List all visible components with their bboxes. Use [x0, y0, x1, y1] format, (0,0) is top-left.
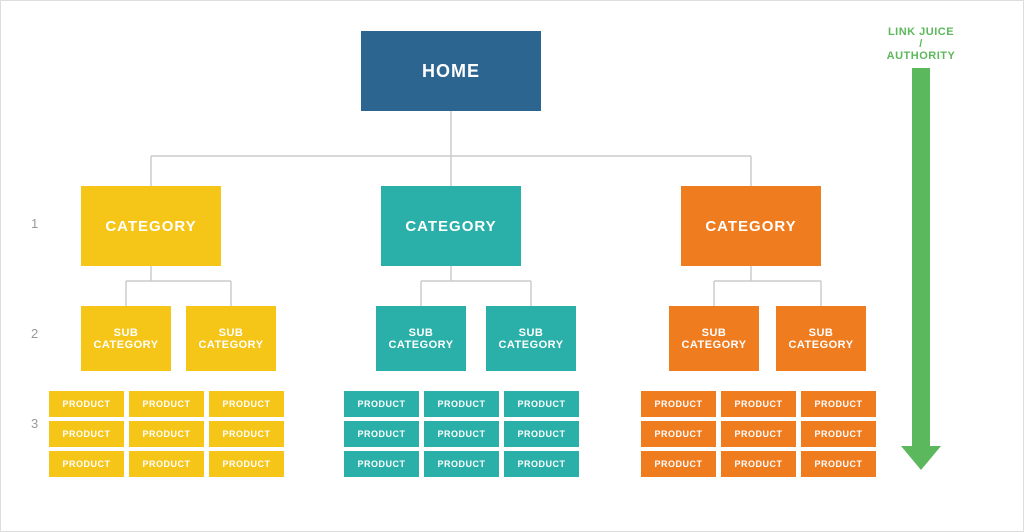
link-juice-line1: LINK JUICE / [888, 26, 954, 50]
level-3-label: 3 [31, 416, 38, 431]
product-o-r2c2: PRODUCT [721, 421, 796, 447]
subcat-orange-1: SUBCATEGORY [669, 306, 759, 371]
product-t-r3c3: PRODUCT [504, 451, 579, 477]
product-o-r3c3: PRODUCT [801, 451, 876, 477]
product-o-r2c1: PRODUCT [641, 421, 716, 447]
product-y-r3c2: PRODUCT [129, 451, 204, 477]
product-t-r1c3: PRODUCT [504, 391, 579, 417]
category-node-orange: CATEGORY [681, 186, 821, 266]
product-y-r3c3: PRODUCT [209, 451, 284, 477]
product-y-r3c1: PRODUCT [49, 451, 124, 477]
home-label: HOME [422, 61, 480, 82]
home-node: HOME [361, 31, 541, 111]
product-o-r1c1: PRODUCT [641, 391, 716, 417]
product-t-r1c2: PRODUCT [424, 391, 499, 417]
product-o-r3c2: PRODUCT [721, 451, 796, 477]
product-o-r2c3: PRODUCT [801, 421, 876, 447]
link-juice-line2: AUTHORITY [887, 50, 956, 62]
category-node-yellow: CATEGORY [81, 186, 221, 266]
main-container: HOME 1 CATEGORY CATEGORY CATEGORY 2 SUBC… [0, 0, 1024, 532]
link-juice-label: LINK JUICE / AUTHORITY [887, 26, 956, 62]
product-y-r1c3: PRODUCT [209, 391, 284, 417]
product-t-r1c1: PRODUCT [344, 391, 419, 417]
category-label-teal: CATEGORY [405, 218, 496, 235]
subcat-orange-2: SUBCATEGORY [776, 306, 866, 371]
diagram-area: HOME 1 CATEGORY CATEGORY CATEGORY 2 SUBC… [21, 11, 961, 521]
product-t-r2c2: PRODUCT [424, 421, 499, 447]
subcat-teal-2: SUBCATEGORY [486, 306, 576, 371]
product-o-r3c1: PRODUCT [641, 451, 716, 477]
category-node-teal: CATEGORY [381, 186, 521, 266]
product-y-r2c2: PRODUCT [129, 421, 204, 447]
subcat-yellow-2: SUBCATEGORY [186, 306, 276, 371]
product-y-r2c3: PRODUCT [209, 421, 284, 447]
category-label-yellow: CATEGORY [105, 218, 196, 235]
product-y-r1c2: PRODUCT [129, 391, 204, 417]
product-y-r2c1: PRODUCT [49, 421, 124, 447]
level-2-label: 2 [31, 326, 38, 341]
link-juice-area: LINK JUICE / AUTHORITY [891, 26, 951, 448]
level-1-label: 1 [31, 216, 38, 231]
link-juice-arrow [912, 68, 930, 448]
category-label-orange: CATEGORY [705, 218, 796, 235]
product-o-r1c3: PRODUCT [801, 391, 876, 417]
subcat-yellow-1: SUBCATEGORY [81, 306, 171, 371]
subcat-teal-1: SUBCATEGORY [376, 306, 466, 371]
product-t-r3c1: PRODUCT [344, 451, 419, 477]
product-y-r1c1: PRODUCT [49, 391, 124, 417]
product-t-r3c2: PRODUCT [424, 451, 499, 477]
product-t-r2c3: PRODUCT [504, 421, 579, 447]
product-t-r2c1: PRODUCT [344, 421, 419, 447]
product-o-r1c2: PRODUCT [721, 391, 796, 417]
